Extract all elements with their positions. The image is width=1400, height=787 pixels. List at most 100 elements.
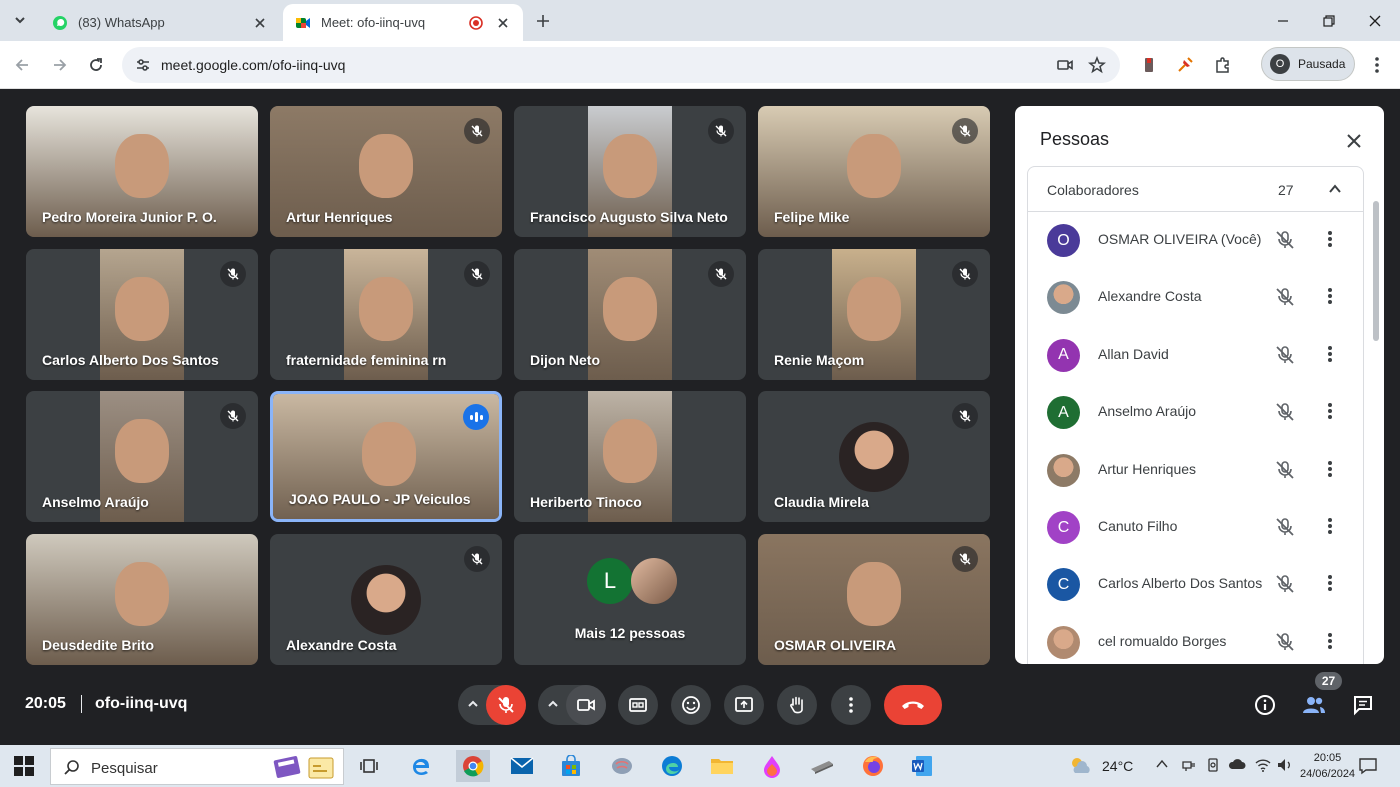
cloud-icon[interactable] <box>1228 757 1246 771</box>
taskbar-search-box[interactable]: Pesquisar <box>50 748 344 785</box>
reactions-button[interactable] <box>671 685 711 725</box>
close-tab-icon[interactable] <box>252 15 268 31</box>
participant-row[interactable]: A Anselmo Araújo <box>1028 384 1363 441</box>
participant-tile[interactable]: Heriberto Tinoco <box>514 391 746 522</box>
restore-button[interactable] <box>1316 8 1342 34</box>
browser-menu-button[interactable] <box>1365 53 1389 77</box>
taskbar-app-paint[interactable] <box>755 750 789 782</box>
microphone-off-icon[interactable] <box>1274 401 1296 423</box>
extension-button[interactable] <box>1137 53 1161 77</box>
participant-tile[interactable]: Renie Maçom <box>758 249 990 380</box>
participant-tile[interactable]: Anselmo Araújo <box>26 391 258 522</box>
volume-icon[interactable] <box>1276 757 1294 773</box>
chevron-up-icon[interactable] <box>1326 180 1344 198</box>
more-vertical-icon[interactable] <box>1327 401 1333 421</box>
extension-button[interactable] <box>1173 53 1197 77</box>
tab-meet[interactable]: Meet: ofo-iinq-uvq <box>283 4 523 41</box>
more-vertical-icon[interactable] <box>1327 459 1333 479</box>
participant-tile[interactable]: L Mais 12 pessoas <box>514 534 746 665</box>
microphone-off-icon[interactable] <box>1274 229 1296 251</box>
back-button[interactable] <box>10 53 34 77</box>
present-screen-button[interactable] <box>724 685 764 725</box>
chevron-up-icon[interactable] <box>1155 757 1169 771</box>
captions-button[interactable] <box>618 685 658 725</box>
microphone-off-icon[interactable] <box>1274 344 1296 366</box>
participant-tile[interactable]: Francisco Augusto Silva Neto <box>514 106 746 237</box>
more-vertical-icon[interactable] <box>1327 229 1333 249</box>
tab-search-button[interactable] <box>8 8 32 32</box>
raise-hand-button[interactable] <box>777 685 817 725</box>
participant-tile[interactable]: Claudia Mirela <box>758 391 990 522</box>
scrollbar[interactable] <box>1373 201 1379 341</box>
profile-button[interactable]: O Pausada <box>1261 47 1355 81</box>
participant-tile[interactable]: Alexandre Costa <box>270 534 502 665</box>
taskbar-app-generic[interactable] <box>805 750 839 782</box>
chevron-up-icon[interactable] <box>466 697 480 711</box>
address-bar[interactable]: meet.google.com/ofo-iinq-uvq <box>122 47 1120 83</box>
taskbar-app-brain[interactable] <box>605 750 639 782</box>
participant-row[interactable]: cel romualdo Borges <box>1028 614 1363 664</box>
participant-tile[interactable]: fraternidade feminina rn <box>270 249 502 380</box>
close-icon[interactable] <box>1343 130 1365 152</box>
participant-tile[interactable]: JOAO PAULO - JP Veiculos <box>270 391 502 522</box>
close-tab-icon[interactable] <box>495 15 511 31</box>
participant-tile[interactable]: OSMAR OLIVEIRA <box>758 534 990 665</box>
taskbar-app-mail[interactable] <box>505 750 539 782</box>
chat-button[interactable] <box>1349 691 1377 719</box>
notification-icon[interactable] <box>1358 757 1378 775</box>
chevron-up-icon[interactable] <box>546 697 560 711</box>
site-info-icon[interactable] <box>134 56 152 74</box>
participant-tile[interactable]: Pedro Moreira Junior P. O. <box>26 106 258 237</box>
system-clock[interactable]: 20:05 24/06/2024 <box>1300 750 1355 782</box>
close-window-button[interactable] <box>1362 8 1388 34</box>
taskbar-app-word[interactable] <box>905 750 939 782</box>
microphone-off-icon[interactable] <box>1274 516 1296 538</box>
participant-row[interactable]: C Carlos Alberto Dos Santos <box>1028 556 1363 613</box>
camera-toggle-button[interactable] <box>566 685 606 725</box>
taskbar-app-firefox[interactable] <box>856 750 890 782</box>
taskbar-app-edge-legacy[interactable] <box>404 750 438 782</box>
more-vertical-icon[interactable] <box>1327 344 1333 364</box>
leave-call-button[interactable] <box>884 685 942 725</box>
wifi-icon[interactable] <box>1254 757 1272 773</box>
forward-button[interactable] <box>48 53 72 77</box>
extensions-menu-button[interactable] <box>1211 53 1235 77</box>
meeting-details-button[interactable] <box>1251 691 1279 719</box>
taskbar-app-edge[interactable] <box>655 750 689 782</box>
taskbar-app-store[interactable] <box>554 750 588 782</box>
device-icon[interactable] <box>1205 757 1221 773</box>
tab-whatsapp[interactable]: (83) WhatsApp <box>40 4 280 41</box>
more-vertical-icon[interactable] <box>1327 573 1333 593</box>
windows-start-icon[interactable] <box>14 756 34 776</box>
weather-widget[interactable]: 24°C <box>1068 755 1133 777</box>
participant-row[interactable]: A Allan David <box>1028 327 1363 384</box>
microphone-toggle-button[interactable] <box>486 685 526 725</box>
microphone-off-icon[interactable] <box>1274 459 1296 481</box>
participant-tile[interactable]: Felipe Mike <box>758 106 990 237</box>
participant-row[interactable]: Artur Henriques <box>1028 442 1363 499</box>
participant-row[interactable]: C Canuto Filho <box>1028 499 1363 556</box>
more-vertical-icon[interactable] <box>1327 286 1333 306</box>
more-vertical-icon[interactable] <box>1327 516 1333 536</box>
microphone-off-icon[interactable] <box>1274 573 1296 595</box>
participant-tile[interactable]: Artur Henriques <box>270 106 502 237</box>
participant-tile[interactable]: Dijon Neto <box>514 249 746 380</box>
minimize-button[interactable] <box>1270 8 1296 34</box>
more-options-button[interactable] <box>831 685 871 725</box>
more-vertical-icon[interactable] <box>1327 631 1333 651</box>
microphone-off-icon[interactable] <box>1274 631 1296 653</box>
task-view-button[interactable] <box>352 750 386 782</box>
camera-permission-icon[interactable] <box>1056 56 1074 74</box>
power-plug-icon[interactable] <box>1180 757 1198 773</box>
microphone-off-icon[interactable] <box>1274 286 1296 308</box>
taskbar-app-file-explorer[interactable] <box>705 750 739 782</box>
taskbar-app-chrome[interactable] <box>456 750 490 782</box>
participant-row[interactable]: O OSMAR OLIVEIRA (Você) <box>1028 212 1363 269</box>
participant-row[interactable]: Alexandre Costa <box>1028 269 1363 326</box>
new-tab-button[interactable] <box>532 10 554 32</box>
reload-button[interactable] <box>84 53 108 77</box>
people-button[interactable] <box>1300 691 1328 719</box>
participant-tile[interactable]: Deusdedite Brito <box>26 534 258 665</box>
bookmark-star-icon[interactable] <box>1088 56 1106 74</box>
collaborators-header[interactable]: Colaboradores 27 <box>1028 167 1363 212</box>
